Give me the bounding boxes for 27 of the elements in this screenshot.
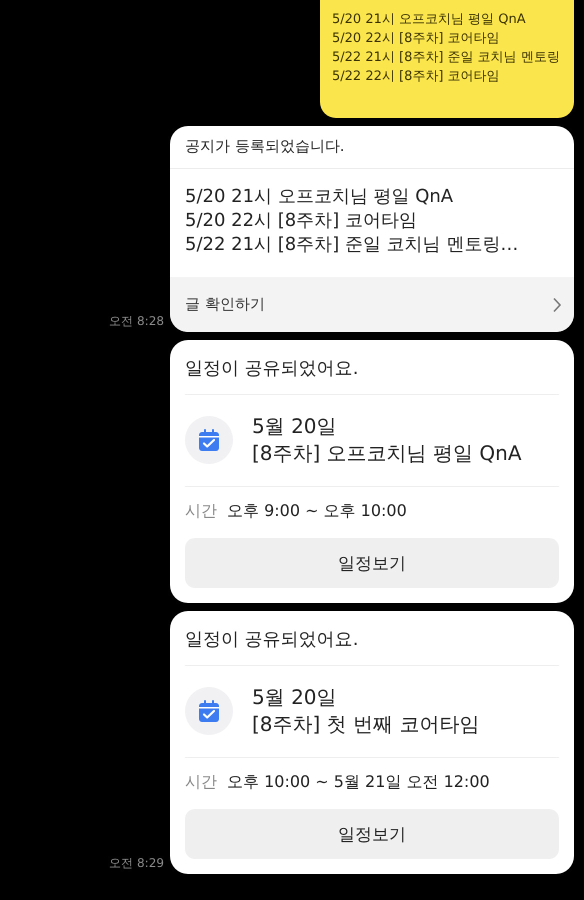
calendar-check-icon (197, 699, 221, 723)
timestamp: 오전 8:28 (109, 313, 164, 330)
message-line: 5/22 22시 [8주차] 코어타임 (332, 68, 501, 86)
notice-line: 5/20 22시 [8주차] 코어타임 (185, 209, 418, 233)
time-label: 시간 (185, 501, 217, 522)
event-title: [8주차] 오프코치님 평일 QnA (252, 440, 522, 467)
notice-line: 5/20 21시 오프코치님 평일 QnA (185, 185, 454, 209)
message-line: 5/22 21시 [8주차] 준일 코치님 멘토링 (332, 49, 561, 67)
schedule-header: 일정이 공유되었어요. (185, 627, 559, 666)
view-schedule-button[interactable]: 일정보기 (185, 809, 559, 859)
time-range: 오후 10:00 ~ 5월 21일 오전 12:00 (227, 772, 490, 793)
message-line: 5/20 22시 [8주차] 코어타임 (332, 30, 501, 48)
message-line: 5/20 21시 오프코치님 평일 QnA (332, 11, 527, 29)
event-title: [8주차] 첫 번째 코어타임 (252, 711, 480, 738)
view-schedule-button[interactable]: 일정보기 (185, 538, 559, 588)
event-date: 5월 20일 (252, 413, 338, 440)
calendar-check-icon (197, 428, 221, 452)
notice-header: 공지가 등록되었습니다. (170, 126, 574, 169)
view-post-link[interactable]: 글 확인하기 (170, 277, 574, 332)
chevron-right-icon (552, 296, 562, 312)
link-label: 글 확인하기 (185, 295, 265, 314)
event-date: 5월 20일 (252, 684, 338, 711)
timestamp: 오전 8:29 (109, 855, 164, 872)
time-range: 오후 9:00 ~ 오후 10:00 (227, 501, 407, 522)
time-label: 시간 (185, 772, 217, 793)
notice-line: 5/22 21시 [8주차] 준일 코치님 멘토링… (185, 233, 520, 257)
schedule-header: 일정이 공유되었어요. (185, 356, 559, 395)
